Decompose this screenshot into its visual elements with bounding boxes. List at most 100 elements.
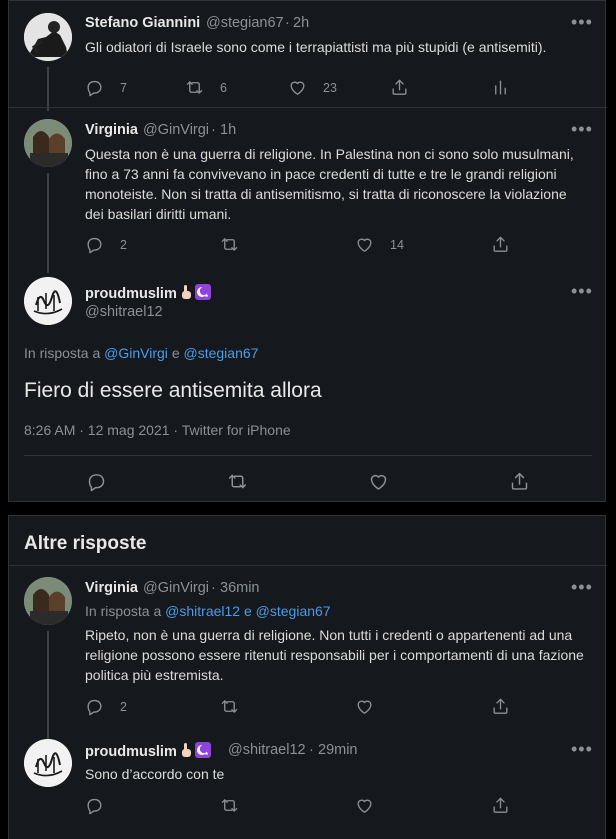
reply-icon (85, 796, 104, 815)
avatar-proudmuslim[interactable] (24, 739, 72, 787)
reply-button[interactable]: 2 (85, 697, 127, 716)
author-handle[interactable]: @GinVirgi (143, 122, 209, 138)
reply-context: In risposta a @GinVirgi e @stegian67 (24, 345, 258, 361)
retweet-button[interactable]: 6 (185, 78, 227, 97)
reply-count: 7 (120, 80, 127, 95)
retweet-button[interactable] (220, 697, 239, 716)
reply-count: 2 (120, 237, 127, 252)
author-name-text: proudmuslim (85, 744, 177, 760)
reply-prefix: In risposta a (24, 345, 101, 361)
author-name[interactable]: Virginia (85, 122, 138, 138)
crescent-emoji (194, 742, 211, 758)
author-name-text: proudmuslim (85, 286, 177, 302)
conversation-thread: Stefano Giannini @stegian67 · 2h ••• Gli… (8, 0, 607, 502)
tweet-time[interactable]: 2h (293, 15, 309, 31)
more-icon[interactable]: ••• (571, 13, 593, 31)
tweet-time[interactable]: 1h (220, 122, 236, 138)
share-button[interactable] (509, 471, 530, 492)
mention-link[interactable]: @GinVirgi (104, 345, 168, 361)
thread-line (47, 173, 49, 273)
share-button[interactable] (491, 796, 510, 815)
avatar-virginia[interactable] (24, 577, 72, 625)
reply-button[interactable]: 2 (85, 235, 127, 254)
share-button[interactable] (390, 78, 409, 97)
share-icon (491, 796, 510, 815)
separator: · (309, 742, 314, 758)
reply-button[interactable]: 7 (85, 78, 127, 97)
tweet-timestamp[interactable]: 8:26 AM · 12 mag 2021 · Twitter for iPho… (24, 422, 291, 438)
mention-link[interactable]: @stegian67 (256, 603, 331, 619)
retweet-button[interactable] (220, 235, 239, 254)
like-button[interactable] (355, 796, 374, 815)
author-name[interactable]: Virginia (85, 580, 138, 596)
reply-icon (86, 471, 107, 492)
hand-emoji (181, 743, 191, 757)
like-button[interactable]: 23 (288, 78, 337, 97)
mention-link[interactable]: @shitrael12 (165, 603, 240, 619)
thread-line (47, 631, 49, 741)
author-handle[interactable]: @shitrael12 (228, 742, 306, 758)
more-replies-panel: Altre risposte Virginia @GinVirgi · 36mi… (8, 515, 607, 839)
share-icon (491, 697, 510, 716)
divider (24, 455, 592, 456)
separator: · (285, 15, 290, 31)
reply-icon (85, 697, 104, 716)
reply-button[interactable] (86, 471, 107, 492)
like-icon (368, 471, 389, 492)
tweet-text: Gli odiatori di Israele sono come i terr… (85, 39, 547, 55)
more-icon[interactable]: ••• (571, 578, 593, 596)
like-button[interactable]: 14 (355, 235, 404, 254)
more-icon[interactable]: ••• (571, 120, 593, 138)
analytics-button[interactable] (491, 78, 510, 97)
avatar-virginia[interactable] (24, 119, 72, 167)
retweet-icon (185, 78, 204, 97)
section-title: Altre risposte (24, 533, 147, 554)
retweet-icon (220, 235, 239, 254)
author-name[interactable]: proudmuslim (85, 284, 211, 302)
separator: · (211, 580, 216, 596)
share-icon (491, 235, 510, 254)
separator: · (211, 122, 216, 138)
like-button[interactable] (368, 471, 389, 492)
avatar-stefano[interactable] (24, 13, 72, 61)
like-button[interactable] (355, 697, 374, 716)
author-handle[interactable]: @shitrael12 (85, 304, 163, 320)
tweet-time[interactable]: 29min (318, 742, 358, 758)
like-icon (288, 78, 307, 97)
tweet-text: Ripeto, non è una guerra di religione. N… (85, 627, 584, 683)
crescent-emoji (194, 284, 211, 300)
share-icon (390, 78, 409, 97)
more-icon[interactable]: ••• (571, 740, 593, 758)
retweet-icon (220, 697, 239, 716)
more-icon[interactable]: ••• (571, 282, 593, 300)
analytics-icon (491, 78, 510, 97)
reply-icon (85, 78, 104, 97)
reply-icon (85, 235, 104, 254)
like-icon (355, 697, 374, 716)
divider (9, 107, 607, 108)
tweet-time[interactable]: 36min (220, 580, 260, 596)
author-handle[interactable]: @stegian67 (206, 15, 284, 31)
reply-and: e (171, 345, 180, 361)
like-count: 14 (390, 237, 404, 252)
divider (9, 565, 607, 566)
author-name[interactable]: Stefano Giannini (85, 15, 200, 31)
like-icon (355, 796, 374, 815)
tweet-text: Questa non è una guerra di religione. In… (85, 146, 574, 222)
reply-button[interactable] (85, 796, 104, 815)
share-button[interactable] (491, 235, 510, 254)
retweet-button[interactable] (220, 796, 239, 815)
retweet-button[interactable] (227, 471, 248, 492)
retweet-icon (227, 471, 248, 492)
author-name[interactable]: proudmuslim (85, 742, 211, 760)
reply-and: e (243, 603, 252, 619)
author-handle[interactable]: @GinVirgi (143, 580, 209, 596)
retweet-count: 6 (220, 80, 227, 95)
share-button[interactable] (491, 697, 510, 716)
reply-context: In risposta a @shitrael12 e @stegian67 (85, 603, 331, 619)
mention-link[interactable]: @stegian67 (184, 345, 259, 361)
retweet-icon (220, 796, 239, 815)
reply-count: 2 (120, 699, 127, 714)
avatar-proudmuslim[interactable] (24, 277, 72, 325)
thread-line (47, 67, 49, 111)
